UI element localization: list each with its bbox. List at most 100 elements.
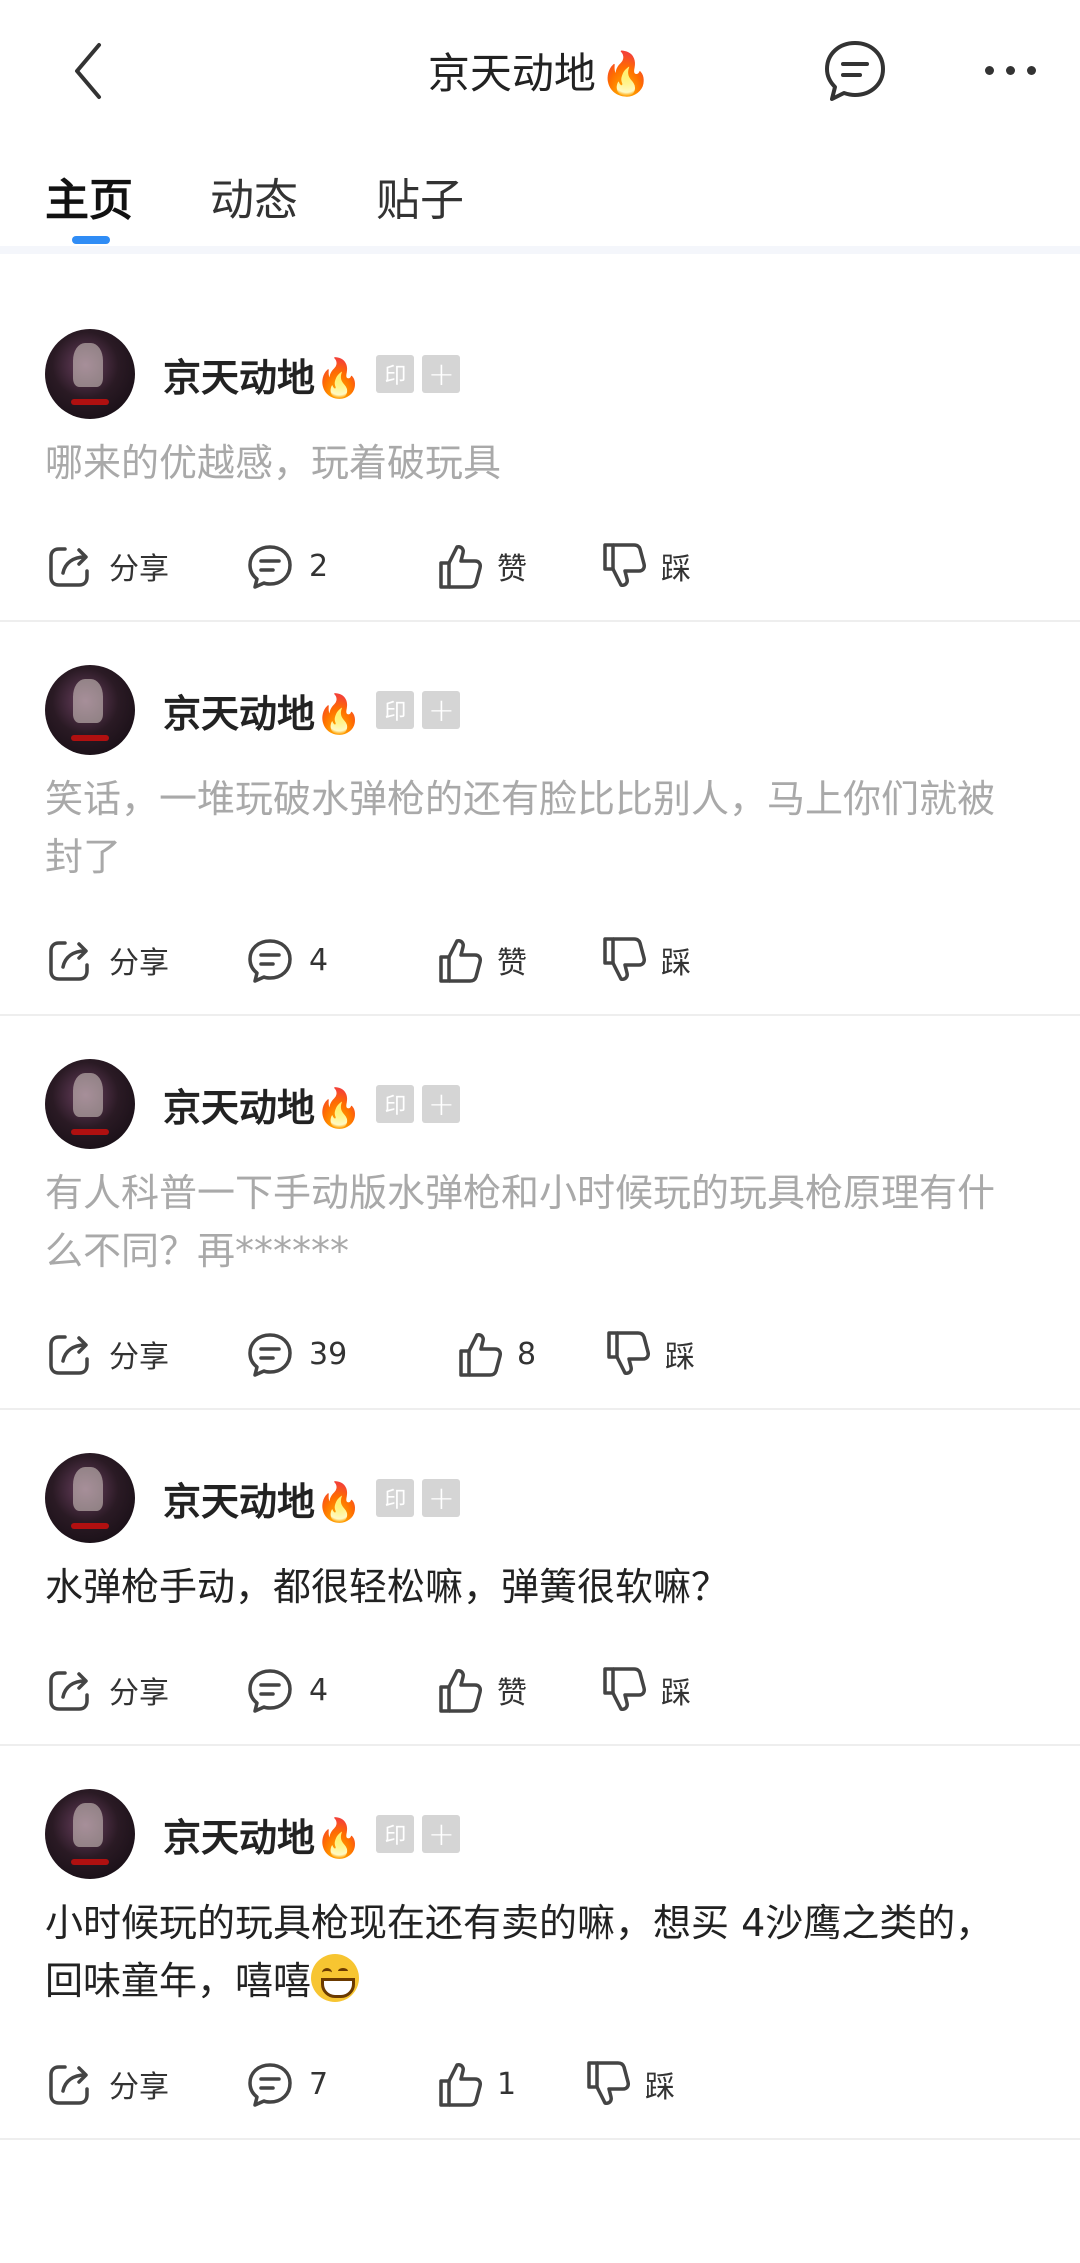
stamp-badge: 印 (376, 1085, 415, 1123)
comment-icon (248, 1333, 292, 1377)
post-card[interactable]: 京天动地🔥 印 + 哪来的优越感，玩着破玩具 分享 2 赞 踩 (0, 326, 1080, 622)
grinning-face-emoji (311, 1954, 360, 2002)
comment-icon (248, 939, 292, 983)
like-button[interactable]: 1 (437, 2056, 516, 2112)
post-actions: 分享 7 1 踩 (45, 2028, 1035, 2138)
share-button[interactable]: 分享 (45, 1662, 169, 1718)
tab-home[interactable]: 主页 (45, 164, 133, 228)
thumbs-down-icon (603, 1667, 646, 1711)
post-text[interactable]: 水弹枪手动，都很轻松嘛，弹簧很软嘛？ (45, 1558, 1035, 1616)
thumbs-up-icon (439, 939, 482, 983)
fire-emoji: 🔥 (315, 1815, 363, 1860)
thumbs-down-icon (603, 937, 646, 981)
avatar[interactable] (45, 1789, 135, 1879)
share-label: 分享 (109, 946, 169, 981)
add-badge: + (422, 1815, 461, 1853)
post-card[interactable]: 京天动地🔥 印 + 有人科普一下手动版水弹枪和小时候玩的玩具枪原理有什么不同？再… (0, 1056, 1080, 1410)
tab-activity[interactable]: 动态 (210, 164, 298, 228)
share-icon (49, 2065, 89, 2105)
title-text: 京天动地 (427, 49, 596, 98)
post-text[interactable]: 哪来的优越感，玩着破玩具 (45, 434, 1035, 492)
post-actions: 分享 4 赞 踩 (45, 904, 1035, 1014)
dot-icon (984, 65, 994, 75)
share-label: 分享 (109, 1676, 169, 1711)
page-title: 京天动地🔥 (0, 40, 1080, 101)
active-tab-indicator (72, 236, 110, 244)
like-label: 1 (497, 2066, 517, 2102)
add-badge: + (422, 691, 461, 729)
thumbs-down-icon (603, 543, 646, 587)
thumbs-up-icon (439, 1669, 482, 1713)
more-options-button[interactable] (960, 42, 1060, 98)
avatar[interactable] (45, 329, 135, 419)
thumbs-up-icon (439, 545, 482, 589)
like-button[interactable]: 赞 (437, 1662, 527, 1718)
post-header: 京天动地🔥 印 + (45, 1056, 1035, 1152)
post-actions: 分享 39 8 踩 (45, 1298, 1035, 1408)
comment-button[interactable]: 2 (245, 538, 328, 594)
post-text[interactable]: 有人科普一下手动版水弹枪和小时候玩的玩具枪原理有什么不同？再****** (45, 1164, 1035, 1280)
fire-emoji: 🔥 (599, 49, 653, 98)
fire-emoji: 🔥 (315, 1085, 363, 1130)
username[interactable]: 京天动地🔥 (163, 1471, 362, 1526)
post-text[interactable]: 小时候玩的玩具枪现在还有卖的嘛，想买 4沙鹰之类的，回味童年，嘻嘻 (45, 1894, 1035, 2010)
post-header: 京天动地🔥 印 + (45, 662, 1035, 758)
comment-icon (248, 2063, 292, 2107)
thumbs-up-icon (459, 1333, 502, 1377)
dislike-button[interactable]: 踩 (585, 2056, 675, 2112)
like-button[interactable]: 赞 (437, 538, 527, 594)
profile-tabs: 主页 动态 贴子 (0, 150, 1080, 246)
like-label: 8 (517, 1336, 537, 1372)
share-button[interactable]: 分享 (45, 932, 169, 988)
comment-button[interactable]: 4 (245, 932, 328, 988)
fire-emoji: 🔥 (315, 1479, 363, 1524)
like-button[interactable]: 8 (457, 1326, 536, 1382)
share-icon (49, 1335, 89, 1375)
dislike-button[interactable]: 踩 (605, 1326, 695, 1382)
share-icon (49, 941, 89, 981)
share-button[interactable]: 分享 (45, 538, 169, 594)
message-button[interactable] (822, 38, 888, 104)
avatar[interactable] (45, 665, 135, 755)
post-list: 京天动地🔥 印 + 哪来的优越感，玩着破玩具 分享 2 赞 踩 京天动地🔥 印 … (0, 254, 1080, 2140)
comment-count: 2 (309, 548, 329, 584)
chat-bubble-icon (825, 41, 885, 101)
share-label: 分享 (109, 1340, 169, 1375)
tab-posts[interactable]: 贴子 (376, 164, 464, 228)
thumbs-down-icon (587, 2061, 630, 2105)
thumbs-up-icon (439, 2063, 482, 2107)
dislike-label: 踩 (645, 2070, 675, 2105)
avatar[interactable] (45, 1453, 135, 1543)
comment-count: 39 (309, 1336, 348, 1372)
post-actions: 分享 2 赞 踩 (45, 510, 1035, 620)
like-button[interactable]: 赞 (437, 932, 527, 988)
post-actions: 分享 4 赞 踩 (45, 1634, 1035, 1744)
username[interactable]: 京天动地🔥 (163, 1077, 362, 1132)
dislike-button[interactable]: 踩 (601, 1662, 691, 1718)
username[interactable]: 京天动地🔥 (163, 347, 362, 402)
share-button[interactable]: 分享 (45, 1326, 169, 1382)
username[interactable]: 京天动地🔥 (163, 1807, 362, 1862)
add-badge: + (422, 1085, 461, 1123)
comment-button[interactable]: 39 (245, 1326, 347, 1382)
share-button[interactable]: 分享 (45, 2056, 169, 2112)
share-label: 分享 (109, 2070, 169, 2105)
stamp-badge: 印 (376, 1479, 415, 1517)
post-card[interactable]: 京天动地🔥 印 + 笑话，一堆玩破水弹枪的还有脸比比别人，马上你们就被封了 分享 (0, 662, 1080, 1016)
dislike-label: 踩 (661, 552, 691, 587)
dislike-button[interactable]: 踩 (601, 538, 691, 594)
post-header: 京天动地🔥 印 + (45, 326, 1035, 422)
post-card[interactable]: 京天动地🔥 印 + 小时候玩的玩具枪现在还有卖的嘛，想买 4沙鹰之类的，回味童年… (0, 1786, 1080, 2140)
comment-count: 4 (309, 942, 329, 978)
thumbs-down-icon (607, 1331, 650, 1375)
post-card[interactable]: 京天动地🔥 印 + 水弹枪手动，都很轻松嘛，弹簧很软嘛？ 分享 4 赞 踩 (0, 1450, 1080, 1746)
like-label: 赞 (497, 1676, 527, 1711)
comment-button[interactable]: 7 (245, 2056, 328, 2112)
stamp-badge: 印 (376, 1815, 415, 1853)
add-badge: + (422, 355, 461, 393)
post-text[interactable]: 笑话，一堆玩破水弹枪的还有脸比比别人，马上你们就被封了 (45, 770, 1035, 886)
dislike-button[interactable]: 踩 (601, 932, 691, 988)
comment-button[interactable]: 4 (245, 1662, 328, 1718)
username[interactable]: 京天动地🔥 (163, 683, 362, 738)
avatar[interactable] (45, 1059, 135, 1149)
